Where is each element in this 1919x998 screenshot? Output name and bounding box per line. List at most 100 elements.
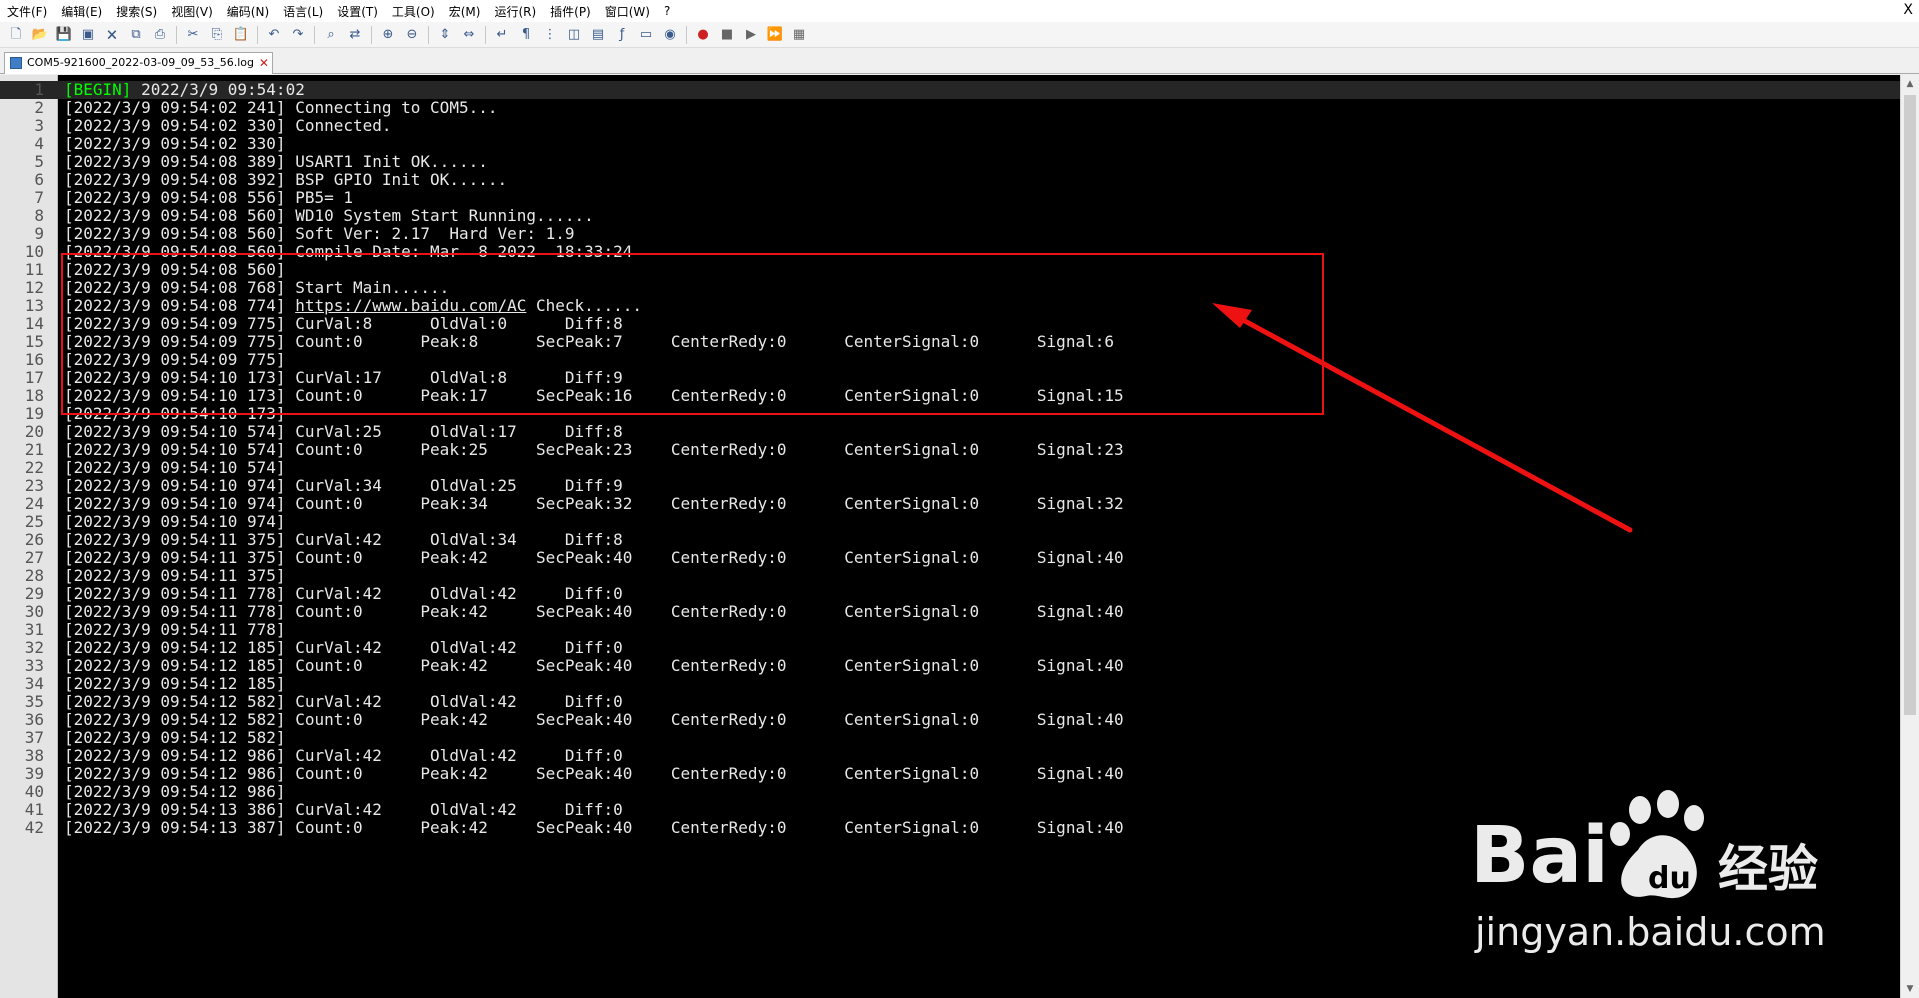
editor-line[interactable]: 7 [2022/3/9 09:54:08 556] PB5= 1 <box>0 189 1900 207</box>
tab-close-icon[interactable]: ✕ <box>259 53 269 73</box>
editor-line[interactable]: 30 [2022/3/9 09:54:11 778] Count:0 Peak:4… <box>0 603 1900 621</box>
menu-item[interactable]: 插件(P) <box>543 3 598 20</box>
folder-workspace-icon[interactable]: ▭ <box>636 25 656 45</box>
menu-item[interactable]: 文件(F) <box>0 3 54 20</box>
new-file-icon[interactable]: 🗋 <box>6 25 26 45</box>
editor-line[interactable]: 11 [2022/3/9 09:54:08 560] <box>0 261 1900 279</box>
function-list-icon[interactable]: ƒ <box>612 25 632 45</box>
paste-icon[interactable]: 📋 <box>231 25 251 45</box>
monitoring-icon[interactable]: ◉ <box>660 25 680 45</box>
menu-item[interactable]: ? <box>657 4 677 18</box>
copy-icon[interactable]: ⎘ <box>207 25 227 45</box>
line-number: 11 <box>24 260 44 279</box>
editor-line[interactable]: 14 [2022/3/9 09:54:09 775] CurVal:8 OldVa… <box>0 315 1900 333</box>
line-text: [2022/3/9 09:54:10 173] Count:0 Peak:17 … <box>64 387 1124 405</box>
editor-line[interactable]: 2 [2022/3/9 09:54:02 241] Connecting to C… <box>0 99 1900 117</box>
vertical-scrollbar[interactable]: ▲ ▼ <box>1900 75 1919 998</box>
cut-icon[interactable]: ✂ <box>183 25 203 45</box>
close-all-icon[interactable]: ⧉ <box>126 25 146 45</box>
editor-line[interactable]: 18 [2022/3/9 09:54:10 173] Count:0 Peak:1… <box>0 387 1900 405</box>
indent-guide-icon[interactable]: ⋮ <box>540 25 560 45</box>
editor-line[interactable]: 29 [2022/3/9 09:54:11 778] CurVal:42 OldV… <box>0 585 1900 603</box>
editor-line[interactable]: 22 [2022/3/9 09:54:10 574] <box>0 459 1900 477</box>
sync-horizontal-icon[interactable]: ⇔ <box>459 25 479 45</box>
open-file-icon[interactable]: 📂 <box>30 25 50 45</box>
find-icon[interactable]: ⌕ <box>321 25 341 45</box>
save-macro-icon[interactable]: ▦ <box>789 25 809 45</box>
editor-line[interactable]: 41 [2022/3/9 09:54:13 386] CurVal:42 OldV… <box>0 801 1900 819</box>
scrollbar-thumb[interactable] <box>1904 95 1916 715</box>
line-number: 35 <box>24 692 44 711</box>
editor-line[interactable]: 27 [2022/3/9 09:54:11 375] Count:0 Peak:4… <box>0 549 1900 567</box>
word-wrap-icon[interactable]: ↵ <box>492 25 512 45</box>
editor-line[interactable]: 1 [BEGIN] 2022/3/9 09:54:02 <box>0 81 1900 99</box>
zoom-out-icon[interactable]: ⊖ <box>402 25 422 45</box>
editor-line[interactable]: 23 [2022/3/9 09:54:10 974] CurVal:34 OldV… <box>0 477 1900 495</box>
tab-log-file[interactable]: COM5-921600_2022-03-09_09_53_56.log ✕ <box>4 52 273 74</box>
editor-line[interactable]: 3 [2022/3/9 09:54:02 330] Connected. <box>0 117 1900 135</box>
editor-line[interactable]: 4 [2022/3/9 09:54:02 330] <box>0 135 1900 153</box>
editor-line[interactable]: 5 [2022/3/9 09:54:08 389] USART1 Init OK.… <box>0 153 1900 171</box>
doc-map-icon[interactable]: ▤ <box>588 25 608 45</box>
editor-line[interactable]: 36 [2022/3/9 09:54:12 582] Count:0 Peak:4… <box>0 711 1900 729</box>
editor-line[interactable]: 31 [2022/3/9 09:54:11 778] <box>0 621 1900 639</box>
editor-line[interactable]: 6 [2022/3/9 09:54:08 392] BSP GPIO Init O… <box>0 171 1900 189</box>
editor-line[interactable]: 37 [2022/3/9 09:54:12 582] <box>0 729 1900 747</box>
editor-line[interactable]: 9 [2022/3/9 09:54:08 560] Soft Ver: 2.17 … <box>0 225 1900 243</box>
editor-line[interactable]: 26 [2022/3/9 09:54:11 375] CurVal:42 OldV… <box>0 531 1900 549</box>
redo-icon[interactable]: ↷ <box>288 25 308 45</box>
editor-line[interactable]: 13 [2022/3/9 09:54:08 774] https://www.ba… <box>0 297 1900 315</box>
menu-item[interactable]: 语言(L) <box>276 3 330 20</box>
menu-item[interactable]: 搜索(S) <box>109 3 164 20</box>
editor-line[interactable]: 34 [2022/3/9 09:54:12 185] <box>0 675 1900 693</box>
editor-line[interactable]: 15 [2022/3/9 09:54:09 775] Count:0 Peak:8… <box>0 333 1900 351</box>
editor[interactable]: 1 [BEGIN] 2022/3/9 09:54:02 2 [2022/3/9 09:… <box>0 75 1900 998</box>
editor-line[interactable]: 35 [2022/3/9 09:54:12 582] CurVal:42 OldV… <box>0 693 1900 711</box>
editor-line[interactable]: 39 [2022/3/9 09:54:12 986] Count:0 Peak:4… <box>0 765 1900 783</box>
menu-item[interactable]: 窗口(W) <box>598 3 657 20</box>
sync-vertical-icon[interactable]: ⇕ <box>435 25 455 45</box>
log-link[interactable]: https://www.baidu.com/AC <box>295 296 526 315</box>
undo-icon[interactable]: ↶ <box>264 25 284 45</box>
line-text: [2022/3/9 09:54:12 986] Count:0 Peak:42 … <box>64 765 1124 783</box>
record-macro-icon[interactable]: ● <box>693 25 713 45</box>
editor-line[interactable]: 40 [2022/3/9 09:54:12 986] <box>0 783 1900 801</box>
language-icon[interactable]: ◫ <box>564 25 584 45</box>
editor-line[interactable]: 8 [2022/3/9 09:54:08 560] WD10 System Sta… <box>0 207 1900 225</box>
menu-item[interactable]: 工具(O) <box>385 3 442 20</box>
editor-line[interactable]: 17 [2022/3/9 09:54:10 173] CurVal:17 OldV… <box>0 369 1900 387</box>
close-icon[interactable]: 🗙 <box>102 25 122 45</box>
editor-line[interactable]: 33 [2022/3/9 09:54:12 185] Count:0 Peak:4… <box>0 657 1900 675</box>
close-window-icon[interactable]: X <box>1903 2 1913 18</box>
menu-item[interactable]: 视图(V) <box>164 3 220 20</box>
editor-line[interactable]: 25 [2022/3/9 09:54:10 974] <box>0 513 1900 531</box>
editor-line[interactable]: 28 [2022/3/9 09:54:11 375] <box>0 567 1900 585</box>
menu-item[interactable]: 设置(T) <box>330 3 385 20</box>
scroll-up-icon[interactable]: ▲ <box>1901 75 1919 93</box>
zoom-in-icon[interactable]: ⊕ <box>378 25 398 45</box>
line-number: 6 <box>34 170 44 189</box>
editor-line[interactable]: 32 [2022/3/9 09:54:12 185] CurVal:42 OldV… <box>0 639 1900 657</box>
editor-line[interactable]: 38 [2022/3/9 09:54:12 986] CurVal:42 OldV… <box>0 747 1900 765</box>
editor-line[interactable]: 20 [2022/3/9 09:54:10 574] CurVal:25 OldV… <box>0 423 1900 441</box>
editor-line[interactable]: 42 [2022/3/9 09:54:13 387] Count:0 Peak:4… <box>0 819 1900 837</box>
editor-line[interactable]: 10 [2022/3/9 09:54:08 560] Compile Date: … <box>0 243 1900 261</box>
save-icon[interactable]: 💾 <box>54 25 74 45</box>
play-macro-icon[interactable]: ▶ <box>741 25 761 45</box>
menu-item[interactable]: 宏(M) <box>442 3 488 20</box>
replace-icon[interactable]: ⇄ <box>345 25 365 45</box>
menu-item[interactable]: 编码(N) <box>220 3 276 20</box>
editor-line[interactable]: 19 [2022/3/9 09:54:10 173] <box>0 405 1900 423</box>
run-macro-multiple-icon[interactable]: ⏩ <box>765 25 785 45</box>
editor-line[interactable]: 12 [2022/3/9 09:54:08 768] Start Main....… <box>0 279 1900 297</box>
editor-line[interactable]: 16 [2022/3/9 09:54:09 775] <box>0 351 1900 369</box>
editor-line[interactable]: 21 [2022/3/9 09:54:10 574] Count:0 Peak:2… <box>0 441 1900 459</box>
scroll-down-icon[interactable]: ▼ <box>1901 980 1919 998</box>
stop-record-icon[interactable]: ■ <box>717 25 737 45</box>
show-all-chars-icon[interactable]: ¶ <box>516 25 536 45</box>
menu-item[interactable]: 运行(R) <box>487 3 543 20</box>
menu-item[interactable]: 编辑(E) <box>54 3 109 20</box>
save-all-icon[interactable]: ▣ <box>78 25 98 45</box>
editor-line[interactable]: 24 [2022/3/9 09:54:10 974] Count:0 Peak:3… <box>0 495 1900 513</box>
print-icon[interactable]: ⎙ <box>150 25 170 45</box>
